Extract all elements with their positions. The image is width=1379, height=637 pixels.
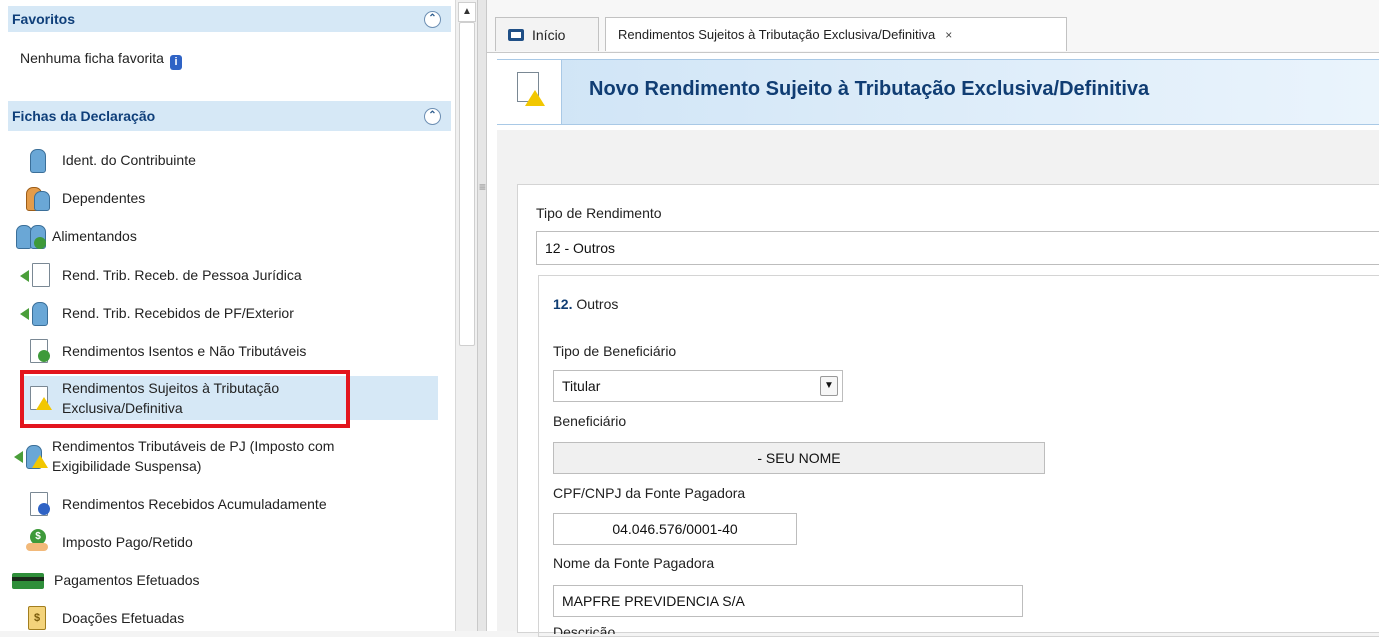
sidebar-item-label: Imposto Pago/Retido (62, 534, 193, 550)
cpf-cnpj-input[interactable]: 04.046.576/0001-40 (553, 513, 797, 545)
sidebar: Favoritos ⌃ Nenhuma ficha favorita i Fich… (0, 0, 455, 631)
section-title: Outros (576, 296, 619, 312)
title-band: Novo Rendimento Sujeito à Tributação Exc… (497, 59, 1379, 125)
outros-section: 12. Outros Tipo de Beneficiário Titular … (538, 275, 1379, 637)
sidebar-item-imposto-pago[interactable]: $ Imposto Pago/Retido (20, 524, 438, 560)
sidebar-item-label: Rendimentos Sujeitos à Tributação Exclus… (62, 380, 280, 416)
alimentandos-icon (14, 223, 46, 249)
beneficiario-field: - SEU NOME (553, 442, 1045, 474)
section-number: 12. (553, 296, 573, 312)
sidebar-item-rend-trib-pj-suspensa[interactable]: Rendimentos Tributáveis de PJ (Imposto c… (14, 434, 438, 478)
arrow-person-icon (20, 300, 52, 326)
tipo-beneficiario-value: Titular (562, 378, 601, 394)
favoritos-empty-label: Nenhuma ficha favorita (20, 50, 164, 66)
sidebar-item-pagamentos[interactable]: Pagamentos Efetuados (12, 562, 430, 598)
close-icon[interactable]: × (945, 28, 952, 42)
sidebar-item-label: Rendimentos Tributáveis de PJ (Imposto c… (52, 438, 335, 474)
sidebar-item-rend-exclusiva[interactable]: Rendimentos Sujeitos à Tributação Exclus… (20, 376, 438, 420)
main-content: Início Rendimentos Sujeitos à Tributação… (487, 0, 1379, 637)
sidebar-item-label: Rend. Trib. Receb. de Pessoa Jurídica (62, 267, 302, 283)
collapse-icon[interactable]: ⌃ (424, 108, 441, 125)
scroll-up-icon[interactable]: ▲ (458, 2, 476, 22)
page-title: Novo Rendimento Sujeito à Tributação Exc… (589, 78, 1150, 100)
credit-card-icon (12, 567, 44, 593)
info-icon[interactable]: i (169, 55, 182, 70)
tab-label: Início (532, 27, 566, 43)
sidebar-item-label: Rend. Trib. Recebidos de PF/Exterior (62, 305, 294, 321)
sidebar-item-label: Ident. do Contribuinte (62, 152, 196, 168)
sidebar-item-label: Doações Efetuadas (62, 610, 185, 626)
tipo-rendimento-label: Tipo de Rendimento (536, 205, 662, 221)
dependents-icon (20, 185, 52, 211)
donation-box-icon: $ (20, 605, 52, 631)
coin-hand-icon: $ (20, 529, 52, 555)
arrow-warning-icon (14, 443, 48, 469)
sidebar-item-ident-contribuinte[interactable]: Ident. do Contribuinte (20, 142, 438, 178)
fichas-header[interactable]: Fichas da Declaração ⌃ (8, 101, 451, 131)
favoritos-header-label: Favoritos (12, 11, 76, 27)
tab-rendimentos-exclusiva[interactable]: Rendimentos Sujeitos à Tributação Exclus… (605, 17, 1067, 51)
home-icon (508, 29, 524, 41)
tab-bar: Início Rendimentos Sujeitos à Tributação… (487, 0, 1379, 53)
grip-icon: ≡ (479, 180, 487, 194)
nome-fonte-label: Nome da Fonte Pagadora (553, 555, 715, 571)
sidebar-item-rend-isentos[interactable]: Rendimentos Isentos e Não Tributáveis (20, 333, 438, 369)
cpf-cnpj-label: CPF/CNPJ da Fonte Pagadora (553, 485, 746, 501)
chevron-down-icon[interactable]: ▼ (820, 376, 838, 396)
sidebar-item-doacoes[interactable]: $ Doações Efetuadas (20, 600, 438, 631)
sidebar-item-label: Pagamentos Efetuados (54, 572, 200, 588)
sidebar-item-rend-trib-pf[interactable]: Rend. Trib. Recebidos de PF/Exterior (20, 295, 438, 331)
document-warning-icon (20, 385, 52, 411)
sidebar-item-rend-trib-pj[interactable]: Rend. Trib. Receb. de Pessoa Jurídica (20, 257, 438, 293)
beneficiario-label: Beneficiário (553, 413, 627, 429)
collapse-icon[interactable]: ⌃ (424, 11, 441, 28)
sidebar-item-rend-acumulados[interactable]: Rendimentos Recebidos Acumuladamente (20, 486, 438, 522)
sidebar-item-dependentes[interactable]: Dependentes (20, 180, 438, 216)
sidebar-item-label: Rendimentos Recebidos Acumuladamente (62, 496, 327, 512)
document-warning-icon (497, 60, 562, 124)
favoritos-header[interactable]: Favoritos ⌃ (8, 6, 451, 32)
person-icon (20, 147, 52, 173)
descricao-label: Descrição (553, 624, 616, 634)
scroll-thumb[interactable] (459, 22, 475, 346)
tab-label: Rendimentos Sujeitos à Tributação Exclus… (618, 27, 936, 42)
document-check-icon (20, 338, 52, 364)
tipo-beneficiario-select[interactable]: Titular ▼ (553, 370, 843, 402)
tab-inicio[interactable]: Início (495, 17, 599, 51)
sidebar-item-label: Alimentandos (52, 228, 137, 244)
pane-splitter[interactable]: ≡ (477, 0, 487, 631)
tipo-beneficiario-label: Tipo de Beneficiário (553, 343, 677, 359)
favoritos-empty-text: Nenhuma ficha favorita i (20, 50, 182, 70)
section-heading: 12. Outros (553, 296, 618, 312)
arrow-person-icon (20, 262, 52, 288)
document-clock-icon (20, 491, 52, 517)
sidebar-scrollbar[interactable]: ▲ (455, 0, 478, 631)
form-panel: Tipo de Rendimento 12 - Outros 12. Outro… (517, 184, 1379, 637)
sidebar-item-alimentandos[interactable]: Alimentandos (16, 218, 438, 254)
nome-fonte-input[interactable]: MAPFRE PREVIDENCIA S/A (553, 585, 1023, 617)
sidebar-item-label: Dependentes (62, 190, 146, 206)
sidebar-item-label: Rendimentos Isentos e Não Tributáveis (62, 343, 307, 359)
fichas-header-label: Fichas da Declaração (12, 108, 156, 124)
tipo-rendimento-field[interactable]: 12 - Outros (536, 231, 1379, 265)
